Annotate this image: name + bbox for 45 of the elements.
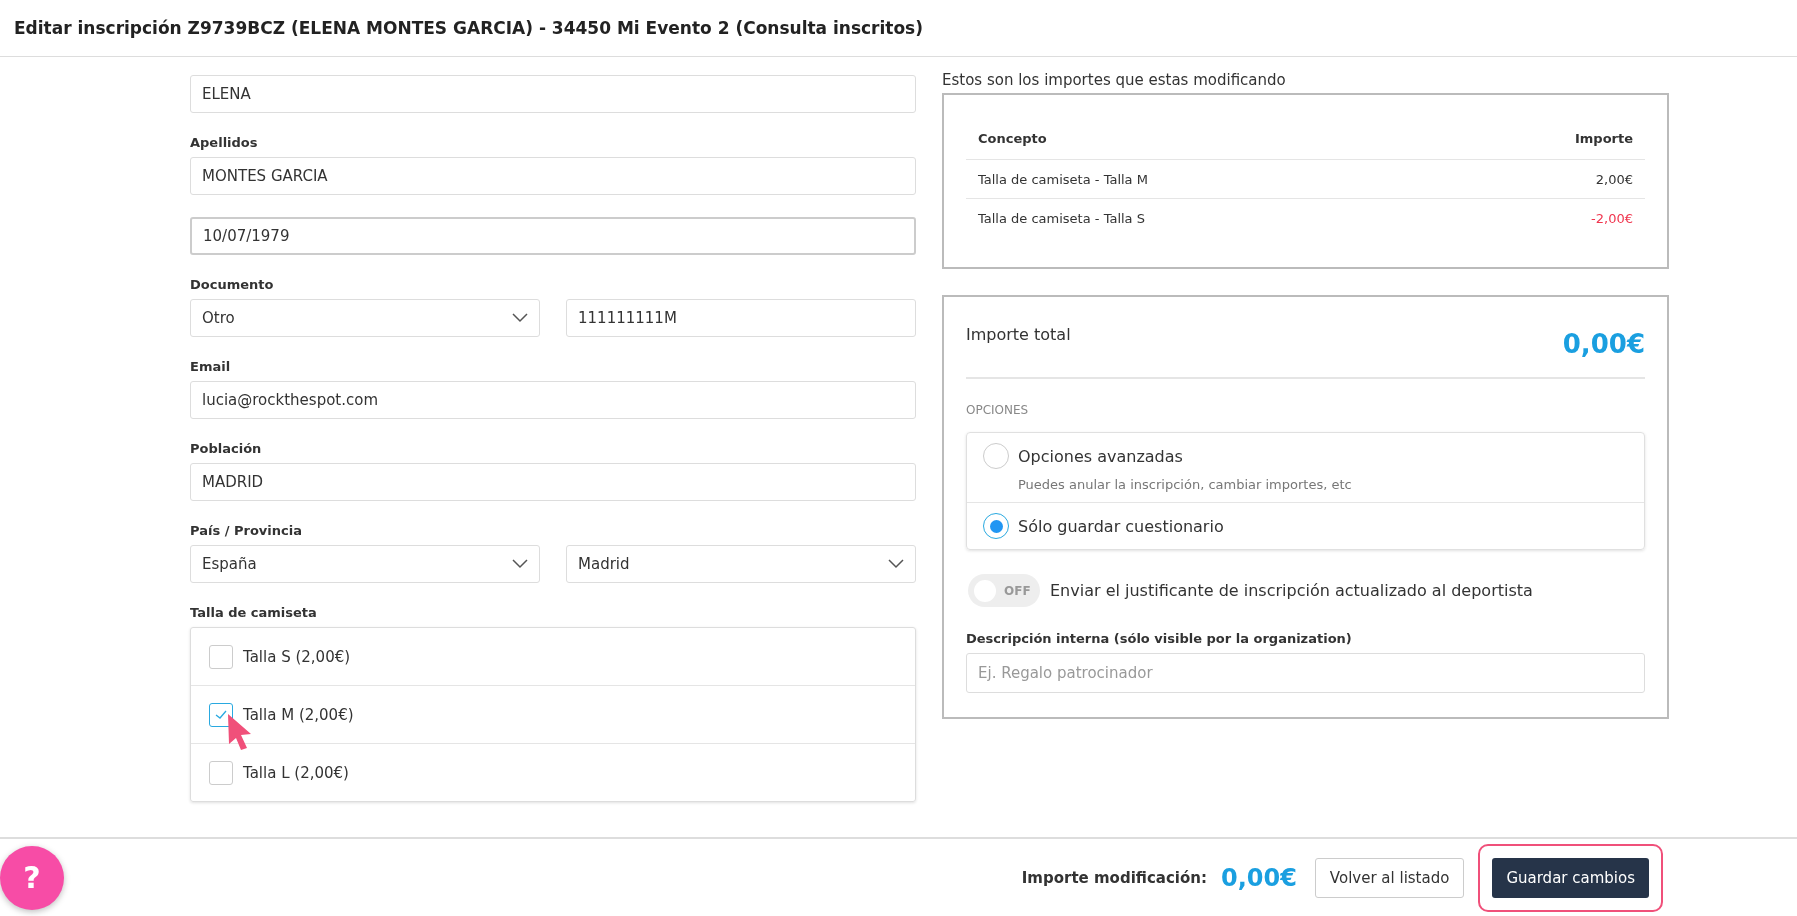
- chevron-down-icon: [888, 559, 904, 569]
- select-field[interactable]: Otro: [190, 299, 540, 337]
- amount-value: 0,00€: [1220, 863, 1297, 892]
- input-field[interactable]: ELENA: [190, 75, 916, 113]
- amount-label: Importe modificación:: [1021, 868, 1207, 887]
- section-caption: Estos son los importes que estas modificando: [942, 71, 1287, 89]
- table-cell: Talla de camiseta - Talla M: [978, 171, 1148, 187]
- window-title: Editar inscripción Z9739BCZ (ELENA MONTES GARCIA) - 34450 Mi Evento 2 (Consulta inscritos): [14, 18, 923, 38]
- input-field[interactable]: MADRID: [190, 463, 916, 501]
- input-field[interactable]: MONTES GARCIA: [190, 157, 916, 195]
- field-label: Población: [190, 441, 263, 456]
- chevron-down-icon: [512, 559, 528, 569]
- radio-label[interactable]: Sólo guardar cuestionario: [1018, 516, 1224, 536]
- input-field[interactable]: 10/07/1979: [190, 217, 916, 255]
- input-field[interactable]: Ej. Regalo patrocinador: [966, 653, 1645, 693]
- check-icon: [214, 709, 228, 720]
- chevron-down-icon: [512, 313, 528, 323]
- section-heading: OPCIONES: [966, 403, 1030, 417]
- field-label: Email: [190, 359, 232, 374]
- checkbox[interactable]: [209, 644, 233, 669]
- checkbox-label[interactable]: Talla L (2,00€): [243, 763, 349, 782]
- field-label: Talla de camiseta: [190, 605, 318, 620]
- option-hint: Puedes anular la inscripción, cambiar importes, etc: [1018, 477, 1353, 492]
- field-label: País / Provincia: [190, 523, 303, 538]
- select-field[interactable]: Madrid: [566, 545, 916, 583]
- table-cell: -2,00€: [1591, 210, 1633, 226]
- field-label: Descripción interna (sólo visible por la organization): [966, 631, 1353, 646]
- field-label: Documento: [190, 277, 275, 292]
- column-header: Importe: [1574, 130, 1633, 146]
- action-button[interactable]: Guardar cambios: [1492, 857, 1649, 898]
- table-cell: 2,00€: [1595, 171, 1633, 187]
- select-field[interactable]: España: [190, 545, 540, 583]
- checkbox-label[interactable]: Talla M (2,00€): [243, 705, 354, 724]
- field-label: Apellidos: [190, 135, 259, 150]
- input-field[interactable]: 111111111M: [566, 299, 916, 337]
- table-cell: Talla de camiseta - Talla S: [978, 210, 1145, 226]
- total-label: Importe total: [966, 325, 1071, 344]
- total-amount: 0,00€: [1562, 329, 1645, 359]
- column-header: Concepto: [978, 130, 1047, 146]
- toggle-label: Enviar el justificante de inscripción actualizado al deportista: [1050, 581, 1533, 600]
- input-field[interactable]: lucia@rockthespot.com: [190, 381, 916, 419]
- radio-label[interactable]: Opciones avanzadas: [1018, 446, 1183, 466]
- checkbox[interactable]: [209, 760, 233, 785]
- action-button[interactable]: Volver al listado: [1314, 857, 1465, 898]
- checkbox-label[interactable]: Talla S (2,00€): [243, 647, 351, 666]
